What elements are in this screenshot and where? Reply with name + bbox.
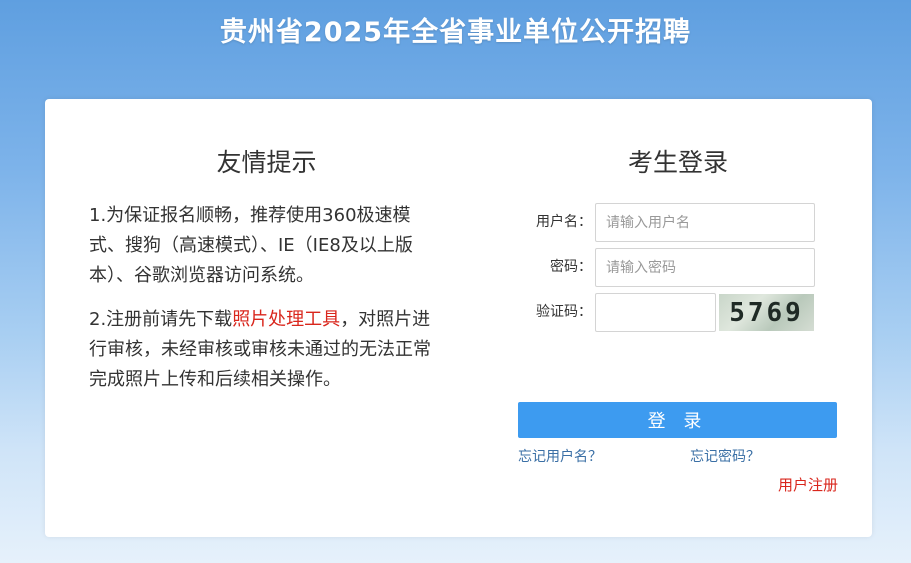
captcha-row: 验证码： 5769	[518, 293, 838, 332]
password-input[interactable]	[595, 248, 815, 287]
password-label: 密码：	[550, 259, 592, 275]
captcha-image[interactable]: 5769	[719, 294, 814, 331]
username-label: 用户名：	[536, 214, 592, 230]
notice-item-1: 1.为保证报名顺畅，推荐使用360极速模式、搜狗（高速模式）、IE（IE8及以上…	[89, 205, 413, 286]
notice-panel: 友情提示 1.为保证报名顺畅，推荐使用360极速模式、搜狗（高速模式）、IE（I…	[89, 143, 444, 409]
username-input[interactable]	[595, 203, 815, 242]
register-link[interactable]: 用户注册	[778, 474, 838, 495]
notice-item-2-before: 2.注册前请先下载	[89, 309, 233, 330]
password-row: 密码：	[518, 248, 838, 287]
username-row: 用户名：	[518, 203, 838, 242]
captcha-label: 验证码：	[536, 304, 592, 320]
page-title: 贵州省2025年全省事业单位公开招聘	[219, 17, 692, 48]
forgot-username-link[interactable]: 忘记用户名？	[518, 446, 602, 466]
notice-item-2: 2.注册前请先下载照片处理工具，对照片进行审核，未经审核或审核未通过的无法正常完…	[89, 305, 444, 395]
main-card: 友情提示 1.为保证报名顺畅，推荐使用360极速模式、搜狗（高速模式）、IE（I…	[45, 99, 872, 537]
captcha-input[interactable]	[595, 293, 716, 332]
login-panel: 考生登录 用户名： 密码： 验证码： 5769 登 录 忘记用户名？ 忘记密码？…	[518, 143, 838, 494]
forgot-password-link[interactable]: 忘记密码？	[690, 446, 760, 466]
photo-tool-link[interactable]: 照片处理工具	[232, 309, 340, 330]
login-button[interactable]: 登 录	[518, 402, 837, 438]
login-title: 考生登录	[627, 148, 728, 177]
notice-title: 友情提示	[216, 148, 317, 177]
